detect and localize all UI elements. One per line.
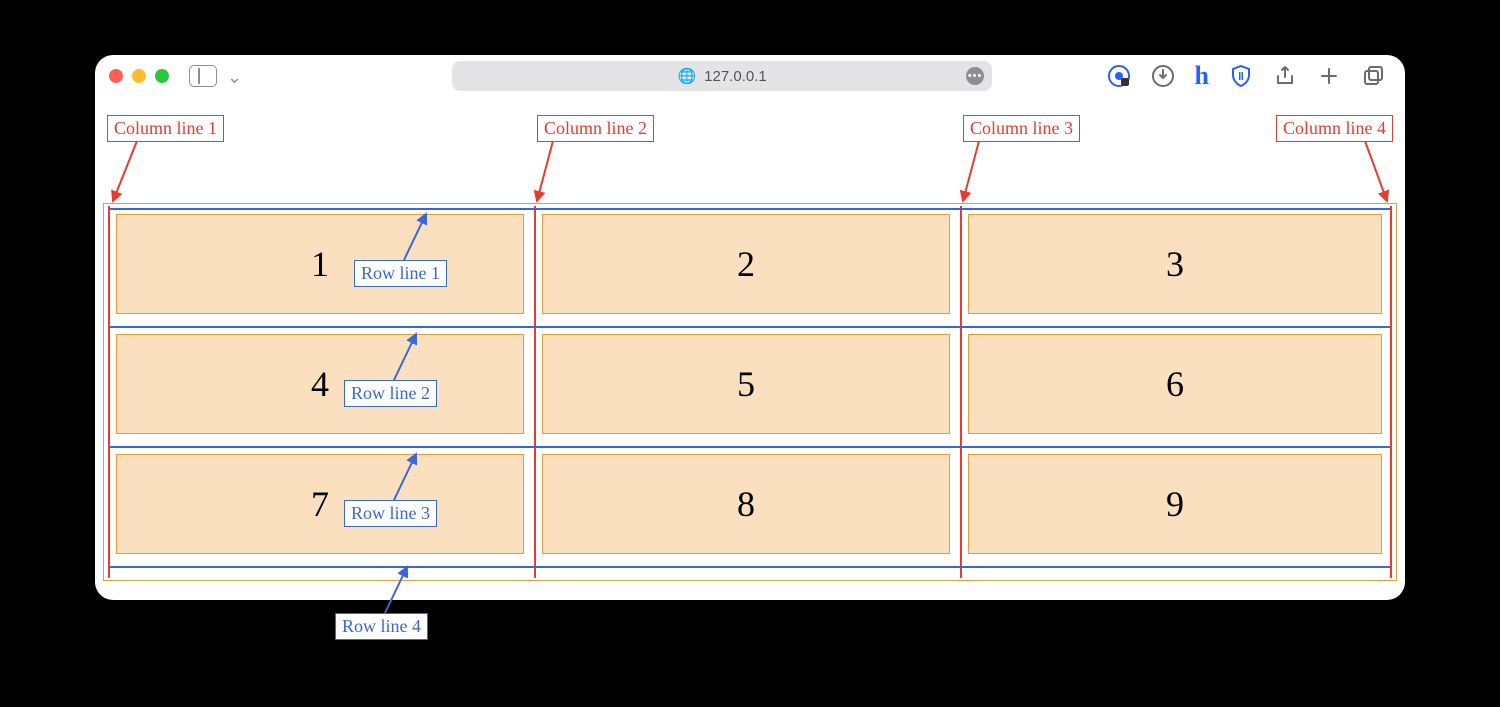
- globe-icon: 🌐: [677, 67, 696, 85]
- row-line-1-label: Row line 1: [354, 260, 447, 287]
- grid-cell-9: 9: [968, 454, 1382, 554]
- grid-cell-5: 5: [542, 334, 950, 434]
- column-line-3-label: Column line 3: [963, 115, 1080, 142]
- new-tab-icon[interactable]: [1317, 64, 1341, 88]
- toolbar-right: h: [1107, 61, 1391, 91]
- row-line-3: [110, 446, 1390, 448]
- column-line-4: [1390, 206, 1392, 578]
- window-controls: [109, 69, 169, 83]
- row-line-4: [110, 566, 1390, 568]
- column-line-2: [534, 206, 536, 578]
- minimize-window-button[interactable]: [132, 69, 146, 83]
- privacy-report-icon[interactable]: [1107, 64, 1131, 88]
- tab-overview-icon[interactable]: [1361, 64, 1385, 88]
- grid-cell-7: 7: [116, 454, 524, 554]
- column-line-2-label: Column line 2: [537, 115, 654, 142]
- grid-cell-4: 4: [116, 334, 524, 434]
- grid-frame: 1 2 3 4 5 6 7 8 9 Row line 1 Row line 2 …: [103, 203, 1397, 581]
- zoom-window-button[interactable]: [155, 69, 169, 83]
- grid-cell-1: 1: [116, 214, 524, 314]
- browser-window: ⌄ 🌐 127.0.0.1 ••• h: [95, 55, 1405, 600]
- downloads-icon[interactable]: [1151, 64, 1175, 88]
- row-line-1: [110, 208, 1390, 210]
- grid-cell-8: 8: [542, 454, 950, 554]
- row-line-2-label: Row line 2: [344, 380, 437, 407]
- column-line-1-label: Column line 1: [107, 115, 224, 142]
- row-line-4-label: Row line 4: [335, 613, 428, 640]
- row-line-2: [110, 326, 1390, 328]
- row-line-3-label: Row line 3: [344, 500, 437, 527]
- grid-cell-3: 3: [968, 214, 1382, 314]
- grid-cell-6: 6: [968, 334, 1382, 434]
- column-line-4-label: Column line 4: [1276, 115, 1393, 142]
- grid-diagram: Column line 1 Column line 2 Column line …: [103, 115, 1397, 575]
- share-icon[interactable]: [1273, 64, 1297, 88]
- toggle-sidebar-button[interactable]: [189, 65, 217, 87]
- honey-extension-icon[interactable]: h: [1195, 61, 1209, 91]
- address-text: 127.0.0.1: [704, 68, 767, 85]
- browser-chrome: ⌄ 🌐 127.0.0.1 ••• h: [95, 55, 1405, 97]
- address-bar[interactable]: 🌐 127.0.0.1 •••: [452, 61, 992, 91]
- column-line-3: [960, 206, 962, 578]
- column-line-1: [108, 206, 110, 578]
- page-settings-icon[interactable]: •••: [966, 67, 984, 85]
- tab-group-chevron-icon[interactable]: ⌄: [227, 65, 242, 88]
- grid-cell-2: 2: [542, 214, 950, 314]
- ublock-shield-icon[interactable]: [1229, 64, 1253, 88]
- close-window-button[interactable]: [109, 69, 123, 83]
